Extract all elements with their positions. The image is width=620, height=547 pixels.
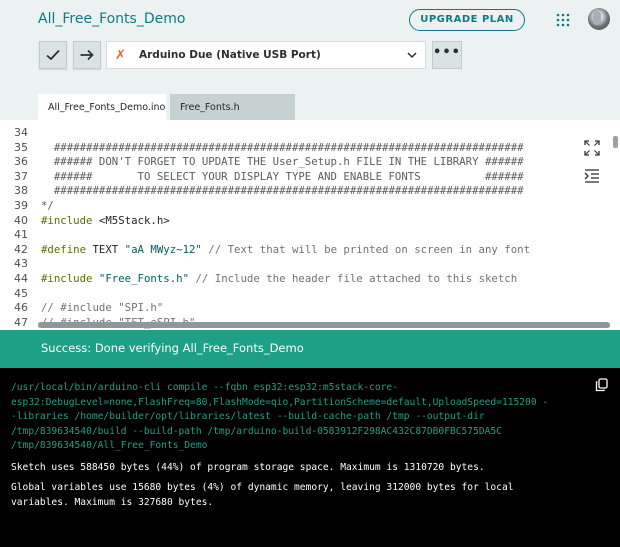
code-line: 40 #include <M5Stack.h> (14, 213, 170, 227)
code-line: 41 (14, 228, 28, 242)
code-line: 37 ###### TO SELECT YOUR DISPLAY TYPE AN… (14, 169, 524, 183)
globals-usage-line: Global variables use 15680 bytes (4%) of… (11, 482, 514, 493)
compile-command: /usr/local/bin/arduino-cli compile --fqb… (11, 382, 549, 452)
upgrade-plan-button[interactable]: UPGRADE PLAN (409, 9, 525, 31)
code-line: 38 #####################################… (14, 184, 524, 198)
chevron-down-icon (407, 52, 417, 59)
code-line: 36 ###### DON'T FORGET TO UPDATE THE Use… (14, 155, 524, 169)
verify-button[interactable] (39, 41, 67, 69)
code-line: 42 #define TEXT "aA MWyz~12" // Text that… (14, 242, 531, 256)
user-avatar[interactable] (588, 8, 610, 30)
code-line: 43 (14, 257, 28, 271)
status-bar: Success: Done verifying All_Free_Fonts_D… (0, 330, 620, 368)
code-line: 35 #####################################… (14, 140, 524, 154)
vertical-scrollbar[interactable] (613, 136, 618, 148)
code-line: 48 (0, 317, 26, 330)
serial-monitor-icon[interactable] (584, 168, 600, 184)
more-options-button[interactable]: ••• (432, 41, 462, 69)
code-editor[interactable]: 34 35 ##################################… (0, 120, 620, 330)
code-line: 44 #include "Free_Fonts.h" // Include the… (14, 272, 518, 285)
board-name: Arduino Due (Native USB Port) (139, 49, 321, 61)
horizontal-scrollbar[interactable] (38, 322, 610, 328)
board-selector[interactable]: ✗ Arduino Due (Native USB Port) (106, 41, 426, 69)
code-line: 45 (14, 286, 28, 300)
sketch-title[interactable]: All_Free_Fonts_Demo (38, 11, 185, 27)
sketch-usage-line: Sketch uses 588450 bytes (44%) of progra… (11, 462, 485, 473)
usb-disconnected-icon: ✗ (115, 48, 126, 63)
status-message: Success: Done verifying All_Free_Fonts_D… (41, 341, 304, 355)
code-line: 47// #include "TFT_eSPI.h" (14, 315, 195, 329)
code-line: 46// #include "SPI.h" (14, 301, 164, 315)
globals-usage-line-2: variables. Maximum is 327680 bytes. (11, 496, 214, 508)
expand-icon[interactable] (584, 140, 600, 156)
arrow-right-icon (80, 49, 94, 61)
code-line: 39 */ (14, 199, 54, 212)
tab-free-fonts-h[interactable]: Free_Fonts.h (170, 94, 295, 121)
upload-button[interactable] (73, 41, 101, 69)
console-output[interactable]: /usr/local/bin/arduino-cli compile --fqb… (0, 368, 620, 547)
checkmark-icon (46, 49, 60, 61)
tab-all-free-fonts-demo[interactable]: All_Free_Fonts_Demo.ino (38, 94, 166, 121)
top-bar: All_Free_Fonts_Demo UPGRADE PLAN ✗ Ardui… (0, 0, 620, 90)
code-line: 34 (14, 126, 28, 139)
apps-grid-icon[interactable] (556, 13, 570, 27)
